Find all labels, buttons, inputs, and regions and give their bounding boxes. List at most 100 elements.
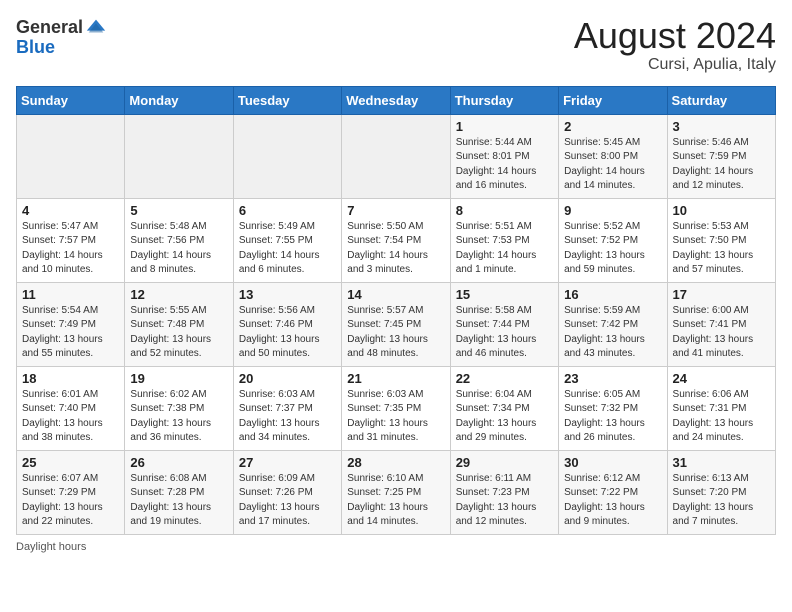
calendar-cell: 8 Sunrise: 5:51 AM Sunset: 7:53 PM Daylig… xyxy=(450,198,558,282)
calendar-week-row: 1 Sunrise: 5:44 AM Sunset: 8:01 PM Daylig… xyxy=(17,114,776,198)
day-number: 1 xyxy=(456,119,553,134)
day-info: Sunrise: 6:12 AM Sunset: 7:22 PM Dayligh… xyxy=(564,472,661,530)
calendar-cell: 27 Sunrise: 6:09 AM Sunset: 7:26 PM Dayli… xyxy=(233,450,341,534)
day-number: 14 xyxy=(347,287,444,302)
calendar-cell: 21 Sunrise: 6:03 AM Sunset: 7:35 PM Dayli… xyxy=(342,366,450,450)
day-number: 28 xyxy=(347,455,444,470)
calendar-day-header: Monday xyxy=(125,86,233,114)
day-number: 3 xyxy=(673,119,770,134)
calendar-day-header: Tuesday xyxy=(233,86,341,114)
calendar-cell: 18 Sunrise: 6:01 AM Sunset: 7:40 PM Dayli… xyxy=(17,366,125,450)
day-number: 15 xyxy=(456,287,553,302)
location-subtitle: Cursi, Apulia, Italy xyxy=(574,56,776,74)
day-info: Sunrise: 6:11 AM Sunset: 7:23 PM Dayligh… xyxy=(456,472,553,530)
calendar-cell: 19 Sunrise: 6:02 AM Sunset: 7:38 PM Dayli… xyxy=(125,366,233,450)
calendar-cell: 24 Sunrise: 6:06 AM Sunset: 7:31 PM Dayli… xyxy=(667,366,775,450)
day-number: 11 xyxy=(22,287,119,302)
calendar-cell: 16Sunrise: 5:59 AM Sunset: 7:42 PM Dayli… xyxy=(559,282,667,366)
day-number: 17 xyxy=(673,287,770,302)
day-info: Sunrise: 6:02 AM Sunset: 7:38 PM Dayligh… xyxy=(130,388,227,446)
day-number: 7 xyxy=(347,203,444,218)
day-number: 27 xyxy=(239,455,336,470)
calendar-cell: 28 Sunrise: 6:10 AM Sunset: 7:25 PM Dayli… xyxy=(342,450,450,534)
day-info: Sunrise: 6:00 AM Sunset: 7:41 PM Dayligh… xyxy=(673,304,770,362)
day-info: Sunrise: 6:09 AM Sunset: 7:26 PM Dayligh… xyxy=(239,472,336,530)
calendar-week-row: 4Sunrise: 5:47 AM Sunset: 7:57 PM Daylig… xyxy=(17,198,776,282)
calendar-cell: 29 Sunrise: 6:11 AM Sunset: 7:23 PM Dayli… xyxy=(450,450,558,534)
calendar-cell xyxy=(233,114,341,198)
day-number: 19 xyxy=(130,371,227,386)
calendar-cell: 4Sunrise: 5:47 AM Sunset: 7:57 PM Daylig… xyxy=(17,198,125,282)
calendar-cell xyxy=(125,114,233,198)
calendar-cell: 9Sunrise: 5:52 AM Sunset: 7:52 PM Daylig… xyxy=(559,198,667,282)
day-number: 2 xyxy=(564,119,661,134)
calendar-cell: 12 Sunrise: 5:55 AM Sunset: 7:48 PM Dayli… xyxy=(125,282,233,366)
calendar-cell: 6 Sunrise: 5:49 AM Sunset: 7:55 PM Daylig… xyxy=(233,198,341,282)
calendar-week-row: 18 Sunrise: 6:01 AM Sunset: 7:40 PM Dayli… xyxy=(17,366,776,450)
day-info: Sunrise: 6:03 AM Sunset: 7:37 PM Dayligh… xyxy=(239,388,336,446)
day-number: 30 xyxy=(564,455,661,470)
day-number: 24 xyxy=(673,371,770,386)
day-info: Sunrise: 5:57 AM Sunset: 7:45 PM Dayligh… xyxy=(347,304,444,362)
day-info: Sunrise: 5:51 AM Sunset: 7:53 PM Dayligh… xyxy=(456,220,553,278)
day-info: Sunrise: 5:54 AM Sunset: 7:49 PM Dayligh… xyxy=(22,304,119,362)
day-number: 25 xyxy=(22,455,119,470)
calendar-day-header: Wednesday xyxy=(342,86,450,114)
calendar-day-header: Thursday xyxy=(450,86,558,114)
day-info: Sunrise: 6:13 AM Sunset: 7:20 PM Dayligh… xyxy=(673,472,770,530)
logo: General Blue xyxy=(16,16,107,56)
day-info: Sunrise: 5:45 AM Sunset: 8:00 PM Dayligh… xyxy=(564,136,661,194)
logo-icon xyxy=(85,16,107,38)
day-info: Sunrise: 5:53 AM Sunset: 7:50 PM Dayligh… xyxy=(673,220,770,278)
day-number: 13 xyxy=(239,287,336,302)
day-info: Sunrise: 6:01 AM Sunset: 7:40 PM Dayligh… xyxy=(22,388,119,446)
calendar-week-row: 25 Sunrise: 6:07 AM Sunset: 7:29 PM Dayli… xyxy=(17,450,776,534)
logo-blue: Blue xyxy=(16,38,55,56)
day-number: 20 xyxy=(239,371,336,386)
day-info: Sunrise: 5:49 AM Sunset: 7:55 PM Dayligh… xyxy=(239,220,336,278)
calendar-cell xyxy=(17,114,125,198)
calendar-cell: 22 Sunrise: 6:04 AM Sunset: 7:34 PM Dayli… xyxy=(450,366,558,450)
day-info: Sunrise: 5:50 AM Sunset: 7:54 PM Dayligh… xyxy=(347,220,444,278)
day-number: 18 xyxy=(22,371,119,386)
day-info: Sunrise: 5:52 AM Sunset: 7:52 PM Dayligh… xyxy=(564,220,661,278)
calendar-cell: 30 Sunrise: 6:12 AM Sunset: 7:22 PM Dayli… xyxy=(559,450,667,534)
day-info: Sunrise: 5:44 AM Sunset: 8:01 PM Dayligh… xyxy=(456,136,553,194)
day-info: Sunrise: 6:08 AM Sunset: 7:28 PM Dayligh… xyxy=(130,472,227,530)
footer: Daylight hours xyxy=(16,541,776,553)
calendar-table: SundayMondayTuesdayWednesdayThursdayFrid… xyxy=(16,86,776,535)
calendar-cell: 20 Sunrise: 6:03 AM Sunset: 7:37 PM Dayli… xyxy=(233,366,341,450)
day-info: Sunrise: 6:03 AM Sunset: 7:35 PM Dayligh… xyxy=(347,388,444,446)
month-year-title: August 2024 xyxy=(574,16,776,56)
day-number: 23 xyxy=(564,371,661,386)
day-info: Sunrise: 5:46 AM Sunset: 7:59 PM Dayligh… xyxy=(673,136,770,194)
calendar-cell: 7 Sunrise: 5:50 AM Sunset: 7:54 PM Daylig… xyxy=(342,198,450,282)
day-number: 29 xyxy=(456,455,553,470)
calendar-cell: 5Sunrise: 5:48 AM Sunset: 7:56 PM Daylig… xyxy=(125,198,233,282)
day-number: 12 xyxy=(130,287,227,302)
calendar-cell: 17 Sunrise: 6:00 AM Sunset: 7:41 PM Dayli… xyxy=(667,282,775,366)
calendar-cell: 3 Sunrise: 5:46 AM Sunset: 7:59 PM Daylig… xyxy=(667,114,775,198)
calendar-cell xyxy=(342,114,450,198)
calendar-cell: 14 Sunrise: 5:57 AM Sunset: 7:45 PM Dayli… xyxy=(342,282,450,366)
day-info: Sunrise: 5:59 AM Sunset: 7:42 PM Dayligh… xyxy=(564,304,661,362)
calendar-header-row: SundayMondayTuesdayWednesdayThursdayFrid… xyxy=(17,86,776,114)
day-number: 22 xyxy=(456,371,553,386)
calendar-cell: 10 Sunrise: 5:53 AM Sunset: 7:50 PM Dayli… xyxy=(667,198,775,282)
calendar-day-header: Friday xyxy=(559,86,667,114)
day-info: Sunrise: 6:10 AM Sunset: 7:25 PM Dayligh… xyxy=(347,472,444,530)
day-info: Sunrise: 6:04 AM Sunset: 7:34 PM Dayligh… xyxy=(456,388,553,446)
day-number: 8 xyxy=(456,203,553,218)
day-number: 6 xyxy=(239,203,336,218)
day-number: 21 xyxy=(347,371,444,386)
daylight-hours-label: Daylight hours xyxy=(16,541,86,553)
calendar-cell: 26 Sunrise: 6:08 AM Sunset: 7:28 PM Dayli… xyxy=(125,450,233,534)
day-number: 26 xyxy=(130,455,227,470)
day-number: 10 xyxy=(673,203,770,218)
day-number: 31 xyxy=(673,455,770,470)
day-info: Sunrise: 5:55 AM Sunset: 7:48 PM Dayligh… xyxy=(130,304,227,362)
day-info: Sunrise: 6:05 AM Sunset: 7:32 PM Dayligh… xyxy=(564,388,661,446)
calendar-cell: 23 Sunrise: 6:05 AM Sunset: 7:32 PM Dayli… xyxy=(559,366,667,450)
day-info: Sunrise: 6:07 AM Sunset: 7:29 PM Dayligh… xyxy=(22,472,119,530)
day-info: Sunrise: 6:06 AM Sunset: 7:31 PM Dayligh… xyxy=(673,388,770,446)
